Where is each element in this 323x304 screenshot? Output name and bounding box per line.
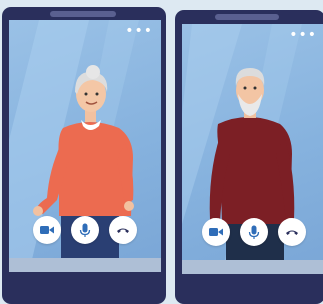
more-dots-icon[interactable]: •••	[125, 24, 153, 38]
phone-speaker	[50, 11, 116, 17]
screen-footer	[9, 258, 161, 272]
microphone-icon[interactable]	[71, 216, 99, 244]
phone-speaker	[215, 14, 279, 20]
video-call-screen: •••	[182, 24, 323, 274]
video-call-screen: •••	[9, 20, 161, 272]
call-controls	[182, 218, 323, 252]
call-controls	[9, 216, 161, 250]
more-dots-icon[interactable]: •••	[289, 28, 317, 42]
hang-up-phone-icon[interactable]	[109, 216, 137, 244]
hang-up-phone-icon[interactable]	[277, 218, 306, 246]
video-camera-icon[interactable]	[33, 216, 61, 244]
phone-right: •••	[175, 10, 323, 304]
video-camera-icon[interactable]	[201, 218, 230, 246]
screen-footer	[182, 260, 323, 274]
microphone-icon[interactable]	[239, 218, 268, 246]
phone-left: •••	[2, 7, 166, 304]
